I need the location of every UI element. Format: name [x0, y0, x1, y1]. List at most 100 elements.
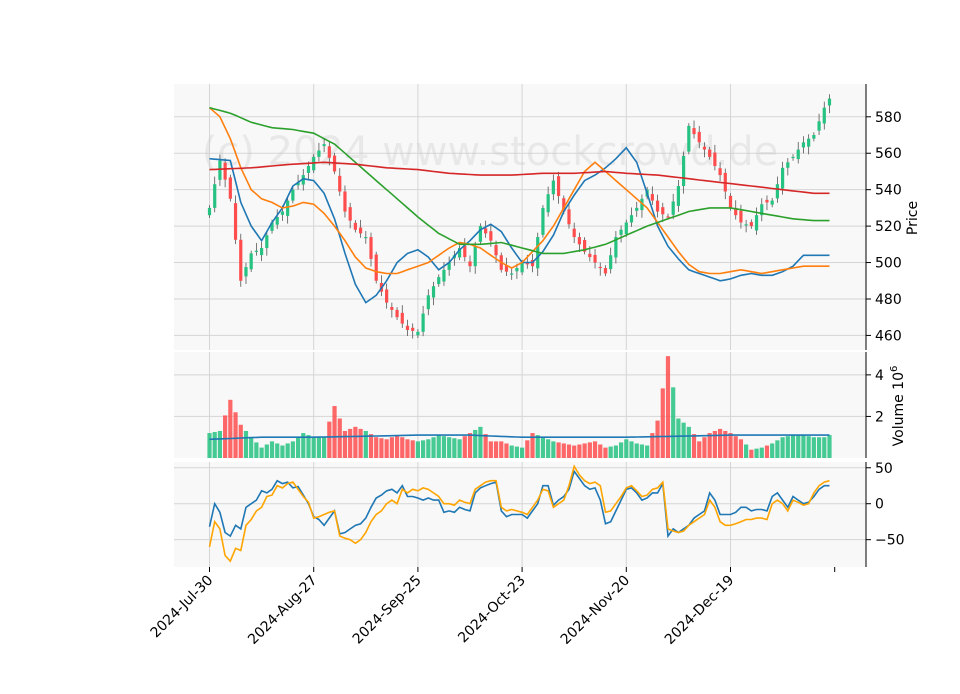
- candle-up: [687, 125, 691, 152]
- candle-up: [781, 167, 785, 189]
- volume-bar: [447, 437, 452, 458]
- volume-bar: [280, 445, 285, 458]
- volume-bar: [676, 418, 681, 458]
- volume-bar: [660, 388, 665, 458]
- volume-bar: [681, 422, 686, 458]
- volume-bar: [577, 444, 582, 458]
- candle-up: [775, 184, 779, 199]
- candle-down: [239, 239, 243, 281]
- volume-bar: [811, 437, 816, 458]
- volume-bar: [400, 437, 405, 458]
- volume-bar: [374, 437, 379, 458]
- volume-bar: [269, 441, 275, 458]
- volume-y-tick-label: 4: [875, 368, 884, 384]
- volume-bar: [436, 435, 441, 458]
- candle-up: [265, 235, 269, 248]
- volume-bar: [264, 444, 269, 458]
- candle-up: [609, 255, 613, 270]
- volume-bar: [311, 437, 316, 458]
- candle-down: [655, 200, 660, 212]
- candle-up: [817, 121, 821, 131]
- volume-bar: [561, 443, 566, 458]
- volume-bar: [780, 437, 785, 458]
- volume-bar: [551, 441, 556, 458]
- volume-bar: [691, 434, 697, 458]
- volume-bar: [212, 432, 217, 458]
- volume-bar: [770, 443, 775, 458]
- volume-bar: [759, 447, 764, 458]
- candle-down: [572, 228, 576, 238]
- candle-up: [629, 215, 634, 223]
- volume-bar: [806, 436, 811, 458]
- candle-down: [593, 254, 597, 263]
- candle-up: [541, 207, 545, 235]
- volume-bar: [587, 442, 592, 458]
- candle-down: [411, 327, 415, 331]
- volume-bar: [499, 441, 504, 458]
- price-y-tick-label: 560: [875, 146, 902, 162]
- candle-down: [749, 222, 753, 227]
- volume-bar: [749, 449, 754, 458]
- volume-bar: [624, 439, 629, 458]
- candle-up: [786, 162, 790, 168]
- candle-down: [577, 237, 582, 245]
- volume-bar: [363, 430, 368, 458]
- volume-bar: [540, 437, 546, 458]
- volume-bar: [473, 429, 478, 458]
- volume-y-tick-label: 2: [875, 409, 884, 425]
- watermark: (c) 2024 www.stockcrowd.de: [202, 129, 779, 175]
- volume-bar: [504, 443, 509, 458]
- x-tick-label: 2024-Nov-20: [558, 573, 633, 648]
- price-y-tick-label: 540: [875, 183, 902, 199]
- chart-canvas: (c) 2024 www.stockcrowd.de 2024-Jul-30 20…: [148, 84, 921, 648]
- candle-down: [348, 207, 352, 221]
- candle-up: [770, 200, 774, 205]
- volume-bar: [415, 441, 420, 458]
- candle-up: [306, 165, 311, 173]
- volume-bar: [327, 421, 332, 458]
- volume-bar: [457, 439, 462, 458]
- candle-up: [510, 273, 514, 275]
- volume-bar: [618, 442, 624, 458]
- candle-up: [286, 200, 290, 216]
- candle-up: [249, 253, 253, 270]
- volume-bar: [368, 434, 374, 458]
- candle-up: [317, 150, 321, 157]
- price-y-tick-label: 580: [875, 110, 902, 126]
- oscillator-y-tick-label: −50: [875, 533, 905, 549]
- volume-bar: [431, 437, 436, 458]
- candle-up: [280, 211, 285, 215]
- candle-up: [442, 269, 446, 282]
- candle-down: [395, 309, 399, 318]
- volume-bar: [707, 433, 712, 458]
- candle-down: [484, 228, 488, 234]
- volume-bar: [697, 441, 702, 458]
- stock-chart: (c) 2024 www.stockcrowd.de 2024-Jul-30 20…: [0, 0, 960, 690]
- candle-up: [754, 215, 759, 231]
- candle-down: [661, 207, 665, 215]
- x-tick-label: 2024-Jul-30: [148, 573, 217, 642]
- volume-bar: [764, 445, 770, 458]
- volume-bar: [348, 428, 353, 458]
- volume-bar: [342, 430, 348, 458]
- volume-axis-label: Volume 106: [889, 366, 907, 447]
- volume-bar: [728, 433, 733, 458]
- candle-up: [812, 135, 816, 139]
- volume-bar: [509, 445, 514, 458]
- candle-up: [437, 277, 441, 285]
- volume-bar: [332, 406, 337, 458]
- candle-up: [744, 224, 748, 226]
- candle-down: [385, 289, 389, 303]
- volume-bar: [394, 435, 400, 458]
- volume-panel-bg: [174, 352, 866, 458]
- volume-bar: [613, 445, 618, 458]
- volume-bar: [306, 435, 311, 458]
- candle-up: [515, 268, 519, 272]
- volume-bar: [790, 435, 796, 458]
- candle-up: [207, 207, 212, 216]
- volume-bar: [426, 439, 431, 458]
- candle-down: [400, 312, 404, 324]
- candle-up: [624, 222, 628, 235]
- volume-bar: [520, 447, 525, 458]
- volume-bar: [629, 441, 634, 458]
